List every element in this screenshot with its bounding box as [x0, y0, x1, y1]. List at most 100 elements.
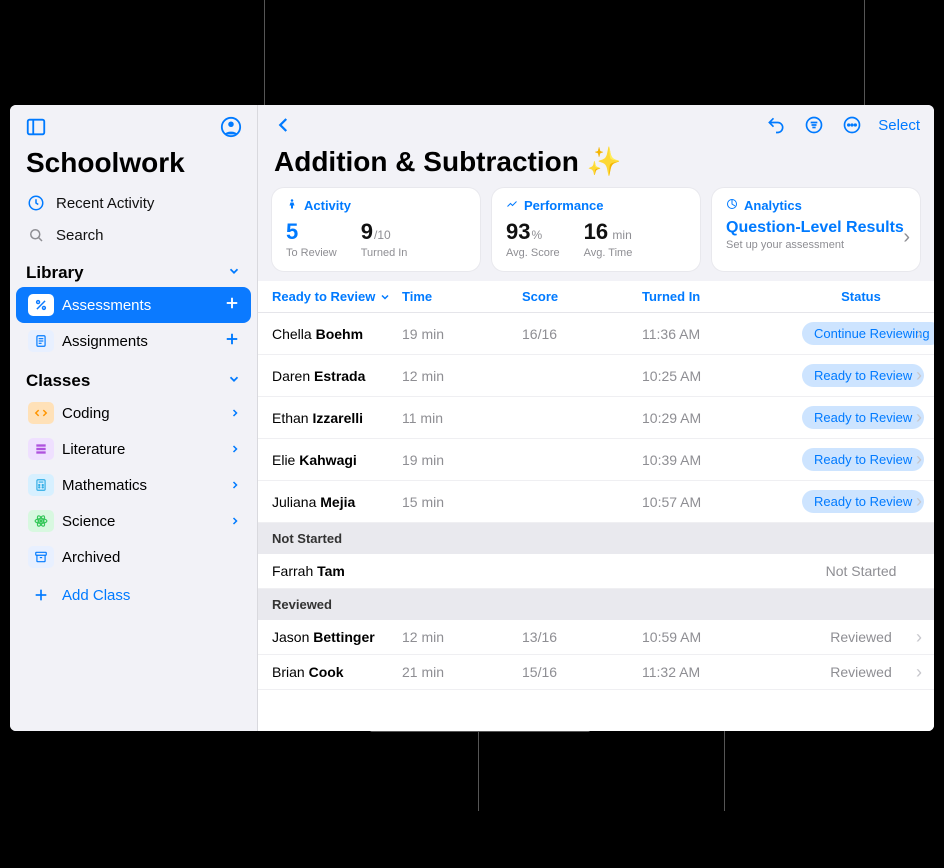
- cell-time: 19 min: [402, 452, 522, 468]
- sidebar-item-science[interactable]: Science: [16, 503, 251, 539]
- section-title: Classes: [26, 371, 90, 391]
- person-icon: [286, 198, 298, 213]
- back-button[interactable]: [272, 113, 296, 137]
- chevron-right-icon: [229, 475, 241, 495]
- stat-sub: Avg. Time: [584, 247, 633, 259]
- cell-turned-in: 10:59 AM: [642, 629, 742, 645]
- add-class[interactable]: Add Class: [16, 577, 251, 613]
- section-classes[interactable]: Classes: [10, 359, 257, 395]
- status-text: Reviewed: [830, 629, 891, 645]
- sidebar-item-assessments[interactable]: Assessments: [16, 287, 251, 323]
- table-row[interactable]: Ethan Izzarelli 11 min 10:29 AM Ready to…: [258, 397, 934, 439]
- col-score[interactable]: Score: [522, 289, 642, 304]
- students-table: Ready to Review Time Score Turned In Sta…: [258, 281, 934, 731]
- cell-turned-in: 10:29 AM: [642, 410, 742, 426]
- student-name: Chella Boehm: [272, 326, 402, 342]
- cell-score: 15/16: [522, 664, 642, 680]
- status-pill[interactable]: Continue Reviewing: [802, 322, 934, 345]
- callout-line: [864, 0, 865, 105]
- card-label: Performance: [524, 198, 603, 213]
- chevron-right-icon: ›: [916, 491, 922, 512]
- student-name: Brian Cook: [272, 664, 402, 680]
- sidebar-item-archived[interactable]: Archived: [16, 539, 251, 575]
- stat-value: 9: [361, 219, 373, 244]
- student-name: Elie Kahwagi: [272, 452, 402, 468]
- chevron-right-icon: [229, 511, 241, 531]
- cell-time: 19 min: [402, 326, 522, 342]
- student-name: Farrah Tam: [272, 563, 402, 579]
- table-row[interactable]: Brian Cook 21 min 15/16 11:32 AM Reviewe…: [258, 655, 934, 690]
- student-name: Juliana Mejia: [272, 494, 402, 510]
- group-header: Not Started: [258, 523, 934, 554]
- more-icon[interactable]: [840, 113, 864, 137]
- chevron-down-icon: [227, 371, 241, 391]
- col-turned-in[interactable]: Turned In: [642, 289, 742, 304]
- plus-icon[interactable]: [223, 330, 241, 352]
- table-row[interactable]: Jason Bettinger 12 min 13/16 10:59 AM Re…: [258, 620, 934, 655]
- nav-search[interactable]: Search: [10, 219, 257, 251]
- table-row[interactable]: Daren Estrada 12 min 10:25 AM Ready to R…: [258, 355, 934, 397]
- status-text: Reviewed: [830, 664, 891, 680]
- plus-icon[interactable]: [223, 294, 241, 316]
- cell-status: Not Started: [742, 563, 920, 579]
- col-status[interactable]: Status: [742, 289, 920, 304]
- chevron-right-icon: ›: [916, 627, 922, 648]
- card-analytics[interactable]: Analytics Question-Level Results Set up …: [712, 188, 920, 271]
- cell-status: Continue Reviewing: [742, 322, 934, 345]
- cell-turned-in: 11:36 AM: [642, 326, 742, 342]
- stat-value: 5: [286, 219, 298, 244]
- status-pill[interactable]: Ready to Review: [802, 364, 924, 387]
- stat-sub: Turned In: [361, 247, 408, 259]
- table-row[interactable]: Chella Boehm 19 min 16/16 11:36 AM Conti…: [258, 313, 934, 355]
- status-pill[interactable]: Ready to Review: [802, 490, 924, 513]
- percent-icon: [28, 294, 54, 316]
- cell-status: Ready to Review: [742, 490, 924, 513]
- table-row[interactable]: Farrah Tam Not Started: [258, 554, 934, 589]
- stat-sub: To Review: [286, 247, 337, 259]
- student-name: Ethan Izzarelli: [272, 410, 402, 426]
- sidebar-item-label: Science: [62, 513, 115, 530]
- section-title: Library: [26, 263, 84, 283]
- cell-time: 15 min: [402, 494, 522, 510]
- chevron-right-icon: ›: [916, 449, 922, 470]
- select-button[interactable]: Select: [878, 117, 920, 134]
- calc-icon: [28, 474, 54, 496]
- sidebar-item-literature[interactable]: Literature: [16, 431, 251, 467]
- section-library[interactable]: Library: [10, 251, 257, 287]
- status-pill[interactable]: Ready to Review: [802, 448, 924, 471]
- stat-unit: %: [531, 228, 542, 242]
- sidebar-item-label: Literature: [62, 441, 125, 458]
- undo-icon[interactable]: [764, 113, 788, 137]
- chevron-right-icon: ›: [916, 662, 922, 683]
- status-pill[interactable]: Ready to Review: [802, 406, 924, 429]
- cell-status: Ready to Review: [742, 406, 924, 429]
- cell-turned-in: 11:32 AM: [642, 664, 742, 680]
- group-header: Reviewed: [258, 589, 934, 620]
- stat-avg-score: 93% Avg. Score: [506, 219, 560, 259]
- stat-sub: Avg. Score: [506, 247, 560, 259]
- sidebar: Schoolwork Recent Activity Search Librar…: [10, 105, 258, 731]
- chevron-right-icon: ›: [903, 226, 910, 249]
- card-performance: Performance 93% Avg. Score 16 min Avg. T…: [492, 188, 700, 271]
- sidebar-item-label: Archived: [62, 549, 120, 566]
- card-label: Activity: [304, 198, 351, 213]
- account-icon[interactable]: [219, 115, 243, 139]
- sidebar-toggle-icon[interactable]: [24, 115, 48, 139]
- sidebar-item-assignments[interactable]: Assignments: [16, 323, 251, 359]
- cell-score: 13/16: [522, 629, 642, 645]
- sidebar-item-label: Assessments: [62, 297, 151, 314]
- table-row[interactable]: Juliana Mejia 15 min 10:57 AM Ready to R…: [258, 481, 934, 523]
- table-row[interactable]: Elie Kahwagi 19 min 10:39 AM Ready to Re…: [258, 439, 934, 481]
- col-time[interactable]: Time: [402, 289, 522, 304]
- summary-cards: Activity 5 To Review 9/10 Turned In: [258, 188, 934, 281]
- sidebar-item-mathematics[interactable]: Mathematics: [16, 467, 251, 503]
- nav-recent-activity[interactable]: Recent Activity: [10, 187, 257, 219]
- chevron-right-icon: [229, 439, 241, 459]
- filter-icon[interactable]: [802, 113, 826, 137]
- stat-unit: /10: [374, 228, 391, 242]
- cell-status: Ready to Review: [742, 364, 924, 387]
- chevron-right-icon: ›: [916, 407, 922, 428]
- col-ready[interactable]: Ready to Review: [272, 289, 402, 304]
- sidebar-item-coding[interactable]: Coding: [16, 395, 251, 431]
- student-name: Daren Estrada: [272, 368, 402, 384]
